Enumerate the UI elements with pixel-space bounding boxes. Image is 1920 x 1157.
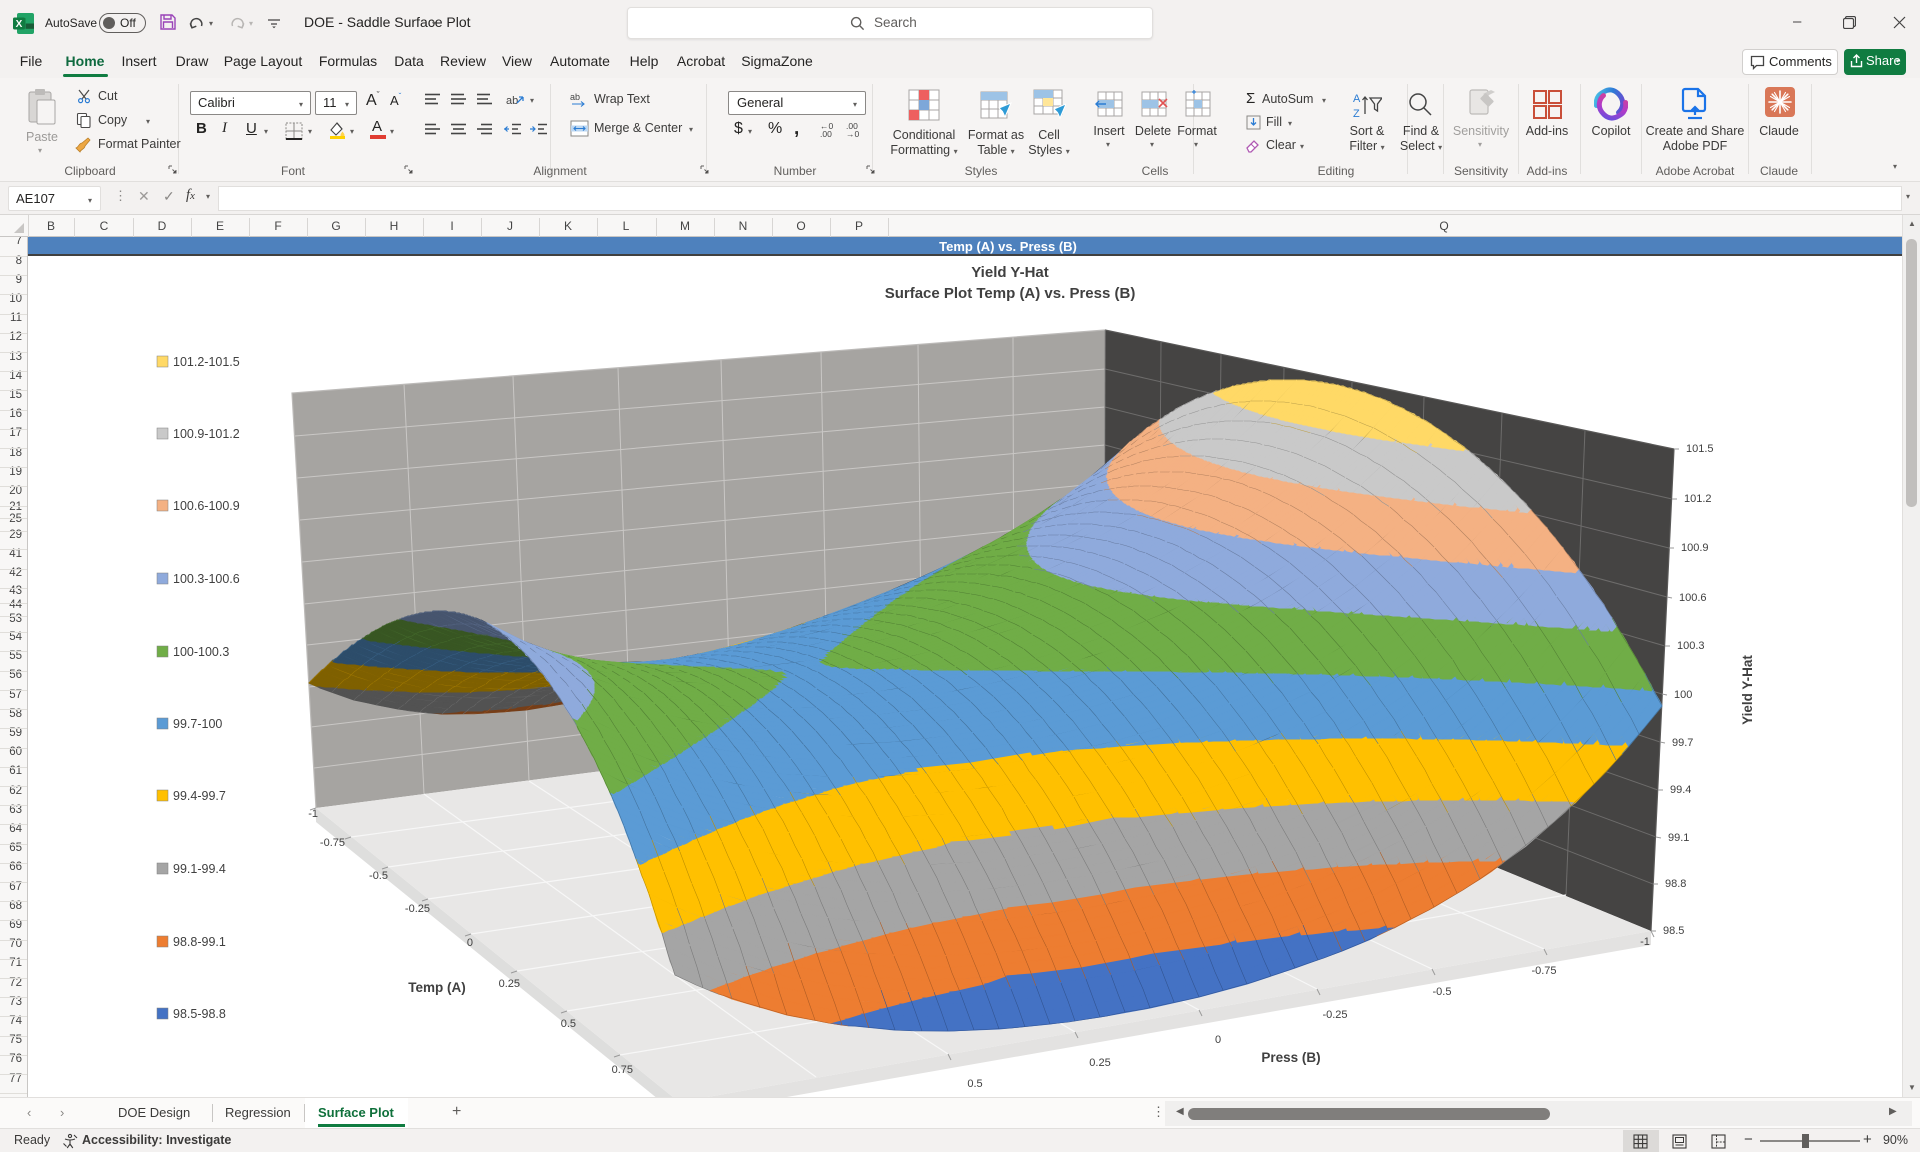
svg-text:X: X (16, 19, 23, 30)
svg-text:→0: →0 (846, 129, 860, 138)
svg-text:.00: .00 (820, 129, 832, 138)
svg-text:ab: ab (570, 92, 580, 102)
svg-text:A: A (1353, 93, 1361, 105)
svg-text:Z: Z (1353, 108, 1360, 120)
svg-text:ab: ab (506, 95, 518, 107)
